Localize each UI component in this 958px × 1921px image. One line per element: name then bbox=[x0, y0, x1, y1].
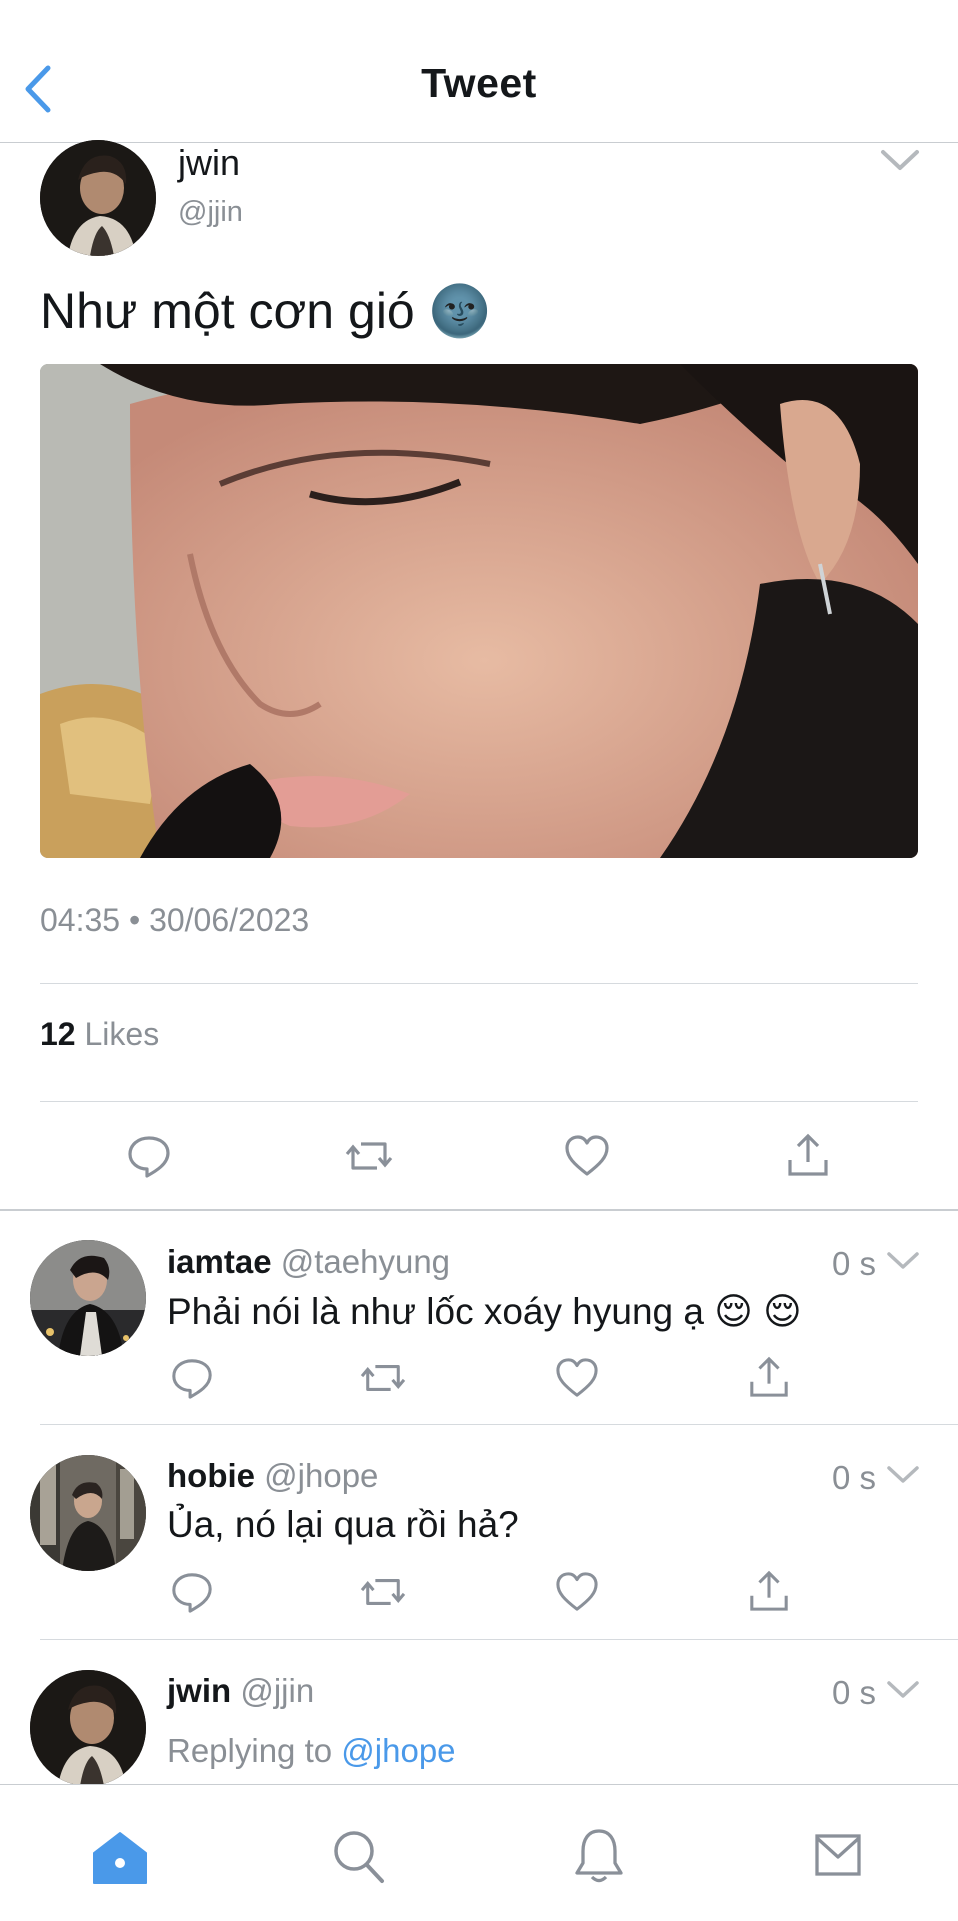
reply-text: Phải nói là như lốc xoáy hyung ạ 😌 😌 bbox=[167, 1291, 802, 1332]
reply-text: Ủa, nó lại qua rồi hả? bbox=[167, 1504, 519, 1545]
replying-to: Replying to @jhope bbox=[167, 1732, 456, 1770]
reply-handle: @jhope bbox=[264, 1457, 379, 1494]
retweet-icon[interactable] bbox=[345, 1134, 393, 1178]
author-name[interactable]: jwin bbox=[178, 142, 240, 184]
reply-author[interactable]: iamtae @taehyung bbox=[167, 1243, 450, 1281]
reply-time: 0 s bbox=[832, 1245, 877, 1282]
replying-label: Replying to bbox=[167, 1732, 333, 1769]
chevron-down-icon[interactable] bbox=[886, 1679, 920, 1701]
reply-time: 0 s bbox=[832, 1674, 877, 1711]
avatar[interactable] bbox=[30, 1455, 146, 1571]
chevron-down-icon[interactable] bbox=[886, 1250, 920, 1272]
likes-label: Likes bbox=[84, 1016, 160, 1052]
search-icon[interactable] bbox=[332, 1829, 386, 1885]
chevron-down-icon[interactable] bbox=[886, 1464, 920, 1486]
chevron-down-icon[interactable] bbox=[880, 148, 920, 174]
retweet-icon[interactable] bbox=[360, 1571, 406, 1613]
tweet-timestamp: 04:35 • 30/06/2023 bbox=[40, 902, 310, 938]
share-icon[interactable] bbox=[748, 1569, 790, 1613]
reply-icon[interactable] bbox=[126, 1133, 172, 1179]
avatar[interactable] bbox=[30, 1240, 146, 1356]
section-divider bbox=[0, 1209, 958, 1211]
reply-name: iamtae bbox=[167, 1243, 272, 1280]
reply-time: 0 s bbox=[832, 1459, 877, 1496]
avatar[interactable] bbox=[30, 1670, 146, 1786]
messages-icon[interactable] bbox=[814, 1831, 862, 1879]
mention-link[interactable]: @jhope bbox=[341, 1732, 455, 1769]
reply-handle: @taehyung bbox=[280, 1243, 451, 1280]
reply-author[interactable]: jwin @jjin bbox=[167, 1672, 314, 1710]
tweet-photo[interactable] bbox=[40, 364, 918, 858]
bottom-tab-bar bbox=[0, 1784, 958, 1921]
like-icon[interactable] bbox=[555, 1571, 599, 1613]
divider bbox=[40, 1639, 958, 1640]
author-handle[interactable]: @jjin bbox=[178, 196, 243, 229]
reply-name: jwin bbox=[167, 1672, 232, 1709]
divider bbox=[40, 1424, 958, 1425]
top-nav-bar: Tweet bbox=[0, 0, 958, 143]
tweet-text: Như một cơn gió 🌚 bbox=[40, 283, 491, 339]
page-title: Tweet bbox=[421, 60, 537, 106]
like-icon[interactable] bbox=[564, 1134, 610, 1178]
home-icon[interactable] bbox=[92, 1831, 148, 1885]
reply-name: hobie bbox=[167, 1457, 255, 1494]
likes-count[interactable]: 12 Likes bbox=[40, 1016, 159, 1053]
share-icon[interactable] bbox=[748, 1355, 790, 1399]
share-icon[interactable] bbox=[786, 1132, 830, 1178]
divider bbox=[40, 983, 918, 984]
retweet-icon[interactable] bbox=[360, 1357, 406, 1399]
reply-handle: @jjin bbox=[240, 1672, 315, 1709]
avatar[interactable] bbox=[40, 140, 156, 256]
reply-author[interactable]: hobie @jhope bbox=[167, 1457, 378, 1495]
reply-icon[interactable] bbox=[170, 1570, 214, 1614]
divider bbox=[40, 1101, 918, 1102]
likes-number: 12 bbox=[40, 1016, 76, 1052]
reply-icon[interactable] bbox=[170, 1356, 214, 1400]
notifications-icon[interactable] bbox=[574, 1827, 624, 1885]
like-icon[interactable] bbox=[555, 1357, 599, 1399]
